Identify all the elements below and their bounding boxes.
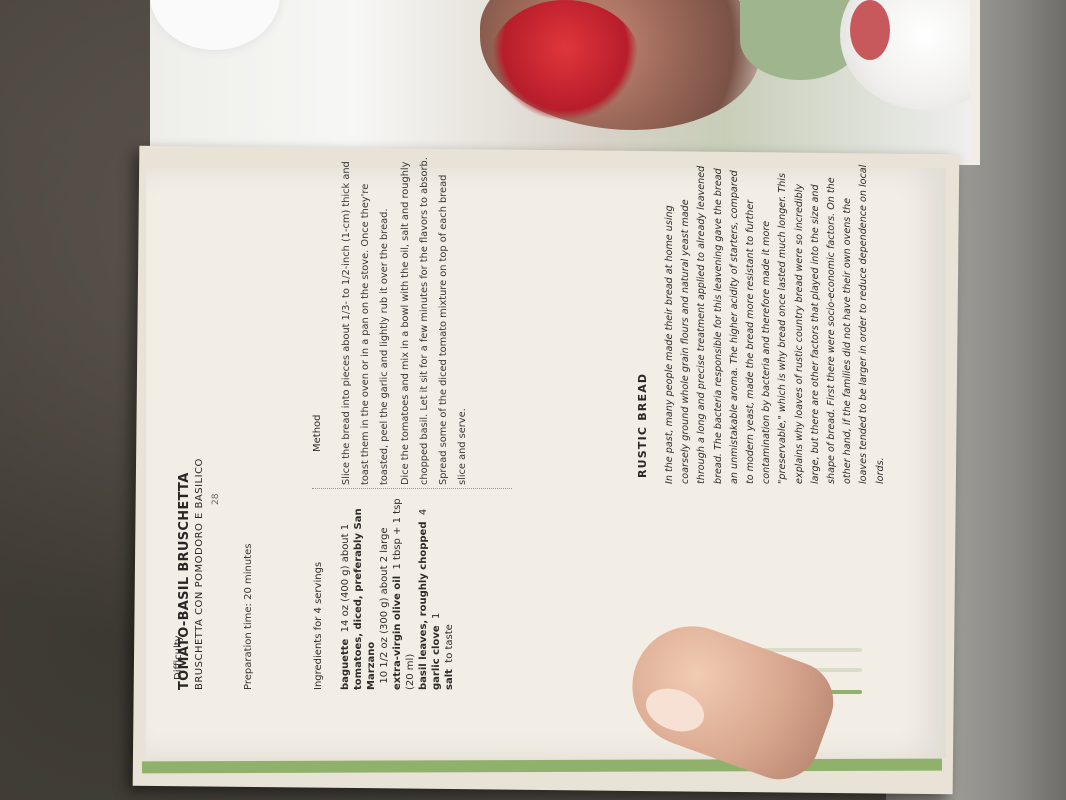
bruschetta-photo (150, 0, 970, 160)
recipe-page: TOMATO-BASIL BRUSCHETTA BRUSCHETTA CON P… (146, 168, 946, 758)
rotated-page-content: TOMATO-BASIL BRUSCHETTA BRUSCHETTA CON P… (146, 168, 946, 758)
